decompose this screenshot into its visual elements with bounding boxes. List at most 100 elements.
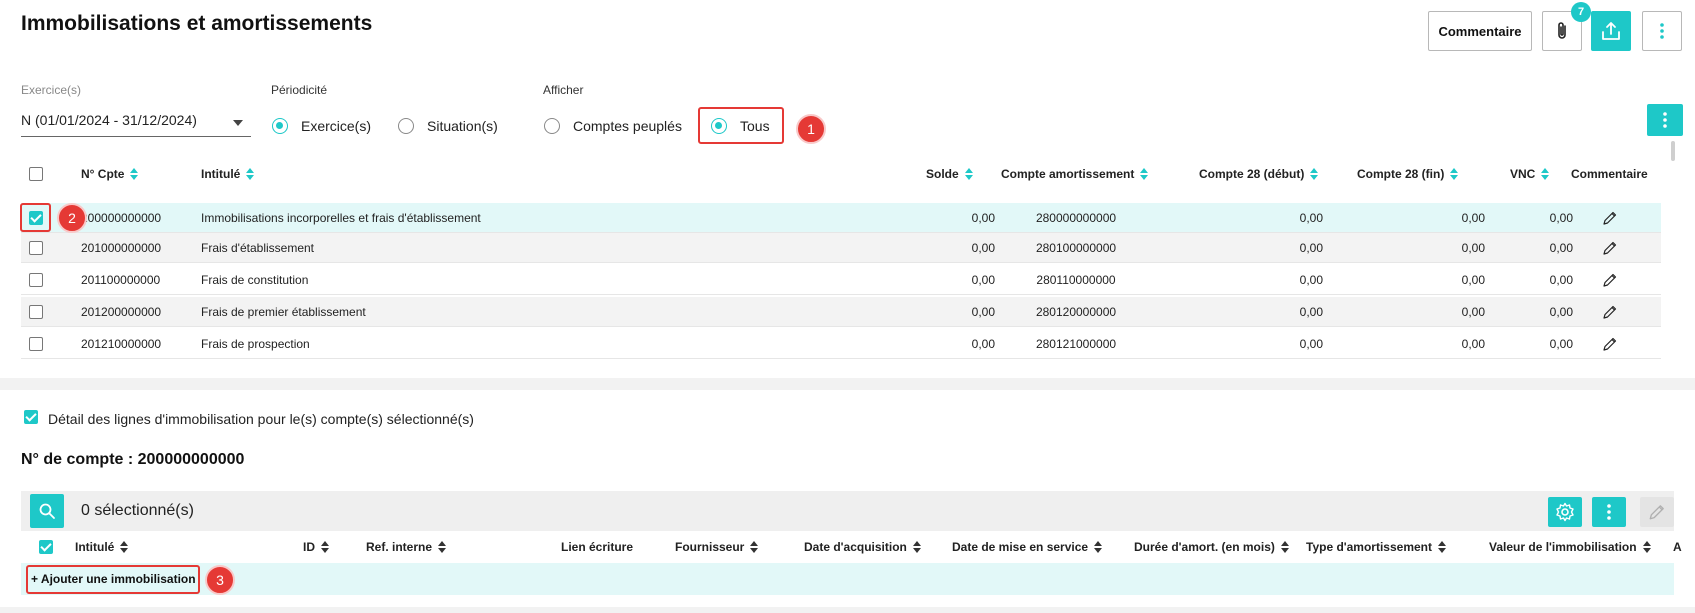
cell-vnc: 0,00 — [1549, 337, 1573, 351]
detail-column-valeur-immobilisation[interactable]: Valeur de l'immobilisation — [1489, 540, 1651, 554]
sort-icon — [1140, 168, 1149, 180]
step-marker-3: 3 — [205, 565, 235, 595]
sort-icon — [246, 168, 255, 180]
detail-column-duree-amort[interactable]: Durée d'amort. (en mois) — [1134, 540, 1289, 554]
cell-compte-amortissement: 280000000000 — [1035, 211, 1117, 225]
cell-intitule: Frais d'établissement — [201, 241, 315, 255]
row-checkbox[interactable] — [29, 241, 43, 255]
table-options-button[interactable] — [1647, 104, 1683, 136]
detail-select-all-checkbox[interactable] — [39, 540, 53, 554]
edit-comment-icon[interactable] — [1602, 272, 1618, 288]
row-checkbox[interactable] — [29, 273, 43, 287]
sort-icon — [1450, 168, 1459, 180]
cell-compte: 201000000000 — [81, 241, 162, 255]
table-row[interactable]: 201100000000 Frais de constitution 0,00 … — [21, 265, 1661, 295]
cell-solde: 0,00 — [971, 273, 995, 287]
sort-icon — [1642, 541, 1651, 553]
cell-intitule: Frais de premier établissement — [201, 305, 366, 319]
table-row[interactable]: 200000000000 Immobilisations incorporell… — [21, 203, 1661, 233]
cell-intitule: Frais de constitution — [201, 273, 309, 287]
sort-icon — [964, 168, 973, 180]
table-scrollbar[interactable] — [1671, 141, 1675, 161]
cell-vnc: 0,00 — [1549, 305, 1573, 319]
radio-unselected-icon — [544, 118, 560, 134]
cell-compte28-debut: 0,00 — [1299, 211, 1323, 225]
radio-exercices[interactable]: Exercice(s) — [272, 118, 371, 134]
edit-comment-icon[interactable] — [1602, 336, 1618, 352]
cell-compte28-fin: 0,00 — [1461, 305, 1485, 319]
radio-comptes-peuples[interactable]: Comptes peuplés — [544, 118, 682, 134]
edit-comment-icon[interactable] — [1602, 304, 1618, 320]
radio-situations-label: Situation(s) — [427, 118, 498, 134]
radio-selected-icon — [272, 118, 288, 134]
row-checkbox[interactable] — [29, 337, 43, 351]
edit-comment-icon[interactable] — [1602, 240, 1618, 256]
export-button[interactable] — [1591, 11, 1631, 51]
cell-compte-amortissement: 280120000000 — [1035, 305, 1117, 319]
table-row[interactable]: 201000000000 Frais d'établissement 0,00 … — [21, 233, 1661, 263]
sort-icon — [130, 168, 139, 180]
cell-compte: 200000000000 — [81, 211, 162, 225]
cell-compte28-debut: 0,00 — [1299, 273, 1323, 287]
column-header-compte-amortissement[interactable]: Compte amortissement — [1001, 167, 1149, 181]
afficher-label: Afficher — [543, 83, 584, 97]
page-title: Immobilisations et amortissements — [21, 12, 373, 35]
radio-situations[interactable]: Situation(s) — [398, 118, 498, 134]
add-immobilisation-row: + Ajouter une immobilisation — [21, 563, 1674, 595]
more-vertical-icon — [1663, 112, 1667, 128]
search-button[interactable] — [30, 494, 64, 528]
detail-column-date-acquisition[interactable]: Date d'acquisition — [804, 540, 921, 554]
cell-solde: 0,00 — [971, 305, 995, 319]
detail-toolbar: 0 sélectionné(s) — [21, 491, 1674, 531]
detail-column-lien-ecriture: Lien écriture — [561, 540, 634, 554]
column-header-compte[interactable]: N° Cpte — [81, 167, 139, 181]
detail-lines-label: Détail des lignes d'immobilisation pour … — [48, 411, 474, 427]
detail-column-date-mise-en-service[interactable]: Date de mise en service — [952, 540, 1103, 554]
cell-vnc: 0,00 — [1549, 241, 1573, 255]
cell-intitule: Immobilisations incorporelles et frais d… — [201, 211, 481, 225]
sort-icon — [1094, 541, 1103, 553]
gear-icon — [1556, 502, 1574, 522]
row-checkbox[interactable] — [29, 305, 43, 319]
cell-compte28-fin: 0,00 — [1461, 211, 1485, 225]
exercice-select-value: N (01/01/2024 - 31/12/2024) — [21, 112, 197, 128]
edit-comment-icon[interactable] — [1602, 210, 1618, 226]
paperclip-icon — [1558, 22, 1566, 39]
table-row[interactable]: 201210000000 Frais de prospection 0,00 2… — [21, 329, 1661, 359]
step-marker-2: 2 — [57, 203, 87, 233]
column-header-compte28-debut[interactable]: Compte 28 (début) — [1199, 167, 1319, 181]
section-divider — [0, 378, 1695, 390]
column-header-compte28-fin[interactable]: Compte 28 (fin) — [1357, 167, 1459, 181]
select-all-checkbox[interactable] — [29, 167, 43, 181]
sort-icon — [120, 541, 129, 553]
detail-more-button[interactable] — [1592, 497, 1626, 527]
exercice-select[interactable]: N (01/01/2024 - 31/12/2024) — [21, 112, 251, 137]
sort-icon — [321, 541, 329, 553]
cell-solde: 0,00 — [971, 211, 995, 225]
column-header-intitule[interactable]: Intitulé — [201, 167, 255, 181]
cell-compte28-fin: 0,00 — [1461, 241, 1485, 255]
table-row[interactable]: 201200000000 Frais de premier établissem… — [21, 297, 1661, 327]
detail-column-ref-interne[interactable]: Ref. interne — [366, 540, 447, 554]
detail-column-fournisseur[interactable]: Fournisseur — [675, 540, 759, 554]
sort-icon — [438, 541, 447, 553]
column-header-solde[interactable]: Solde — [926, 167, 973, 181]
column-header-vnc[interactable]: VNC — [1510, 167, 1550, 181]
detail-column-intitule[interactable]: Intitulé — [75, 540, 129, 554]
more-options-button[interactable] — [1642, 11, 1682, 51]
sort-icon — [1310, 168, 1319, 180]
detail-lines-checkbox[interactable] — [24, 410, 38, 424]
cell-compte28-debut: 0,00 — [1299, 241, 1323, 255]
cell-compte28-fin: 0,00 — [1461, 337, 1485, 351]
detail-column-type-amortissement[interactable]: Type d'amortissement — [1306, 540, 1446, 554]
bottom-divider — [0, 607, 1695, 613]
settings-button[interactable] — [1548, 497, 1582, 527]
comment-button[interactable]: Commentaire — [1428, 11, 1532, 51]
pencil-icon — [1649, 505, 1664, 520]
edit-button[interactable] — [1640, 497, 1674, 527]
cell-solde: 0,00 — [971, 337, 995, 351]
sort-icon — [1438, 541, 1446, 553]
cell-compte: 201100000000 — [81, 273, 161, 287]
step-marker-1: 1 — [796, 114, 826, 144]
detail-column-id[interactable]: ID — [303, 540, 329, 554]
